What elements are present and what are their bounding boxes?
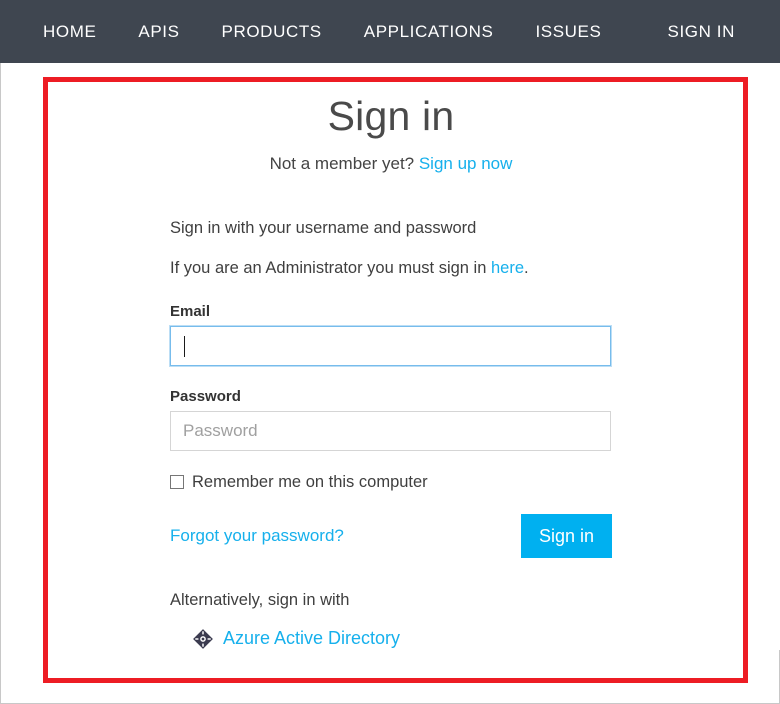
remember-me-checkbox[interactable] bbox=[170, 475, 184, 490]
password-input[interactable] bbox=[170, 410, 611, 451]
email-input[interactable] bbox=[170, 325, 611, 366]
sign-up-now-link[interactable]: Sign up now bbox=[419, 154, 513, 173]
alternative-signin-text: Alternatively, sign in with bbox=[170, 590, 350, 609]
administrator-here-link[interactable]: here bbox=[491, 259, 524, 277]
nav-item-apis[interactable]: APIS bbox=[117, 0, 200, 63]
sign-in-card-inner: Sign in Not a member yet? Sign up now Si… bbox=[169, 63, 613, 650]
top-navigation-bar: HOME APIS PRODUCTS APPLICATIONS ISSUES S… bbox=[0, 0, 780, 63]
azure-active-directory-icon bbox=[193, 628, 213, 649]
nav-primary-links: HOME APIS PRODUCTS APPLICATIONS ISSUES bbox=[22, 0, 622, 63]
sign-in-submit-button[interactable]: Sign in bbox=[520, 513, 612, 558]
email-text-caret bbox=[184, 335, 185, 357]
azure-active-directory-link[interactable]: Azure Active Directory bbox=[223, 628, 400, 649]
provider-row-azure-active-directory[interactable]: Azure Active Directory bbox=[170, 628, 613, 650]
sign-in-form: Sign in with your username and password … bbox=[169, 218, 613, 650]
administrator-hint: If you are an Administrator you must sig… bbox=[170, 258, 613, 279]
nav-item-issues[interactable]: ISSUES bbox=[514, 0, 622, 63]
form-actions-row: Forgot your password? Sign in bbox=[170, 513, 613, 558]
email-field-label: Email bbox=[170, 302, 211, 320]
sign-in-card: Sign in Not a member yet? Sign up now Si… bbox=[1, 63, 780, 650]
password-field-label: Password bbox=[170, 387, 241, 405]
membership-prompt-text: Not a member yet? bbox=[269, 154, 419, 173]
nav-item-sign-in[interactable]: SIGN IN bbox=[647, 0, 757, 63]
nav-item-home[interactable]: HOME bbox=[22, 0, 117, 63]
administrator-hint-prefix: If you are an Administrator you must sig… bbox=[170, 259, 491, 278]
nav-item-applications[interactable]: APPLICATIONS bbox=[343, 0, 515, 63]
forgot-password-link[interactable]: Forgot your password? bbox=[170, 526, 344, 546]
nav-item-products[interactable]: PRODUCTS bbox=[201, 0, 343, 63]
remember-me-row[interactable]: Remember me on this computer bbox=[170, 473, 613, 492]
form-intro-text: Sign in with your username and password bbox=[170, 219, 477, 237]
administrator-hint-suffix: . bbox=[524, 259, 529, 278]
nav-secondary-links: SIGN IN bbox=[647, 0, 757, 63]
page-title: Sign in bbox=[327, 93, 455, 139]
membership-prompt: Not a member yet? Sign up now bbox=[169, 154, 613, 174]
email-input-wrapper bbox=[170, 325, 613, 366]
remember-me-label[interactable]: Remember me on this computer bbox=[192, 473, 428, 492]
